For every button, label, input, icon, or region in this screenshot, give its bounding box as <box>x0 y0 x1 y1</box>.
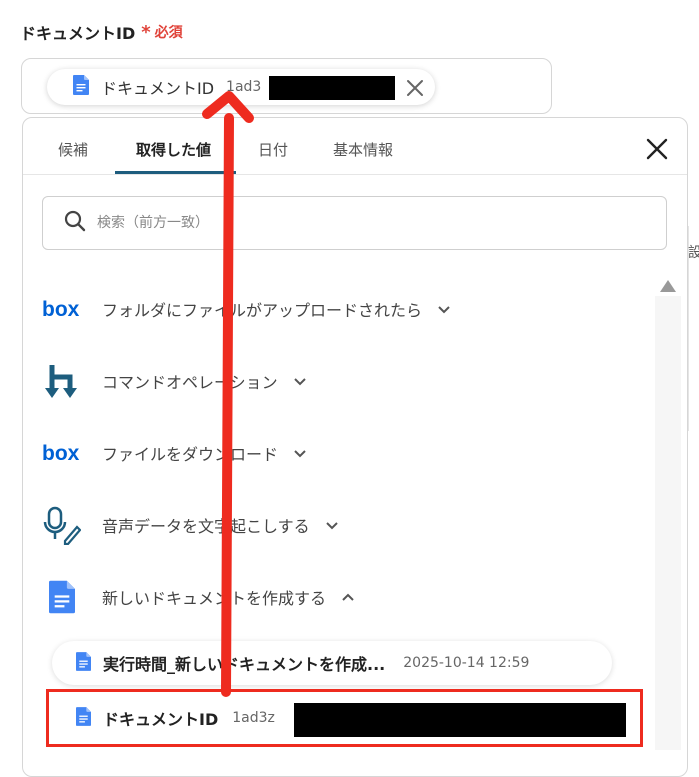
list-item-label: フォルダにファイルがアップロードされたら <box>102 301 423 320</box>
command-operation-icon <box>40 359 84 403</box>
field-label: ドキュメントID * 必須 <box>20 20 183 44</box>
list-item[interactable]: box ファイルをダウンロード <box>40 429 308 477</box>
search-icon <box>63 209 87 237</box>
box-logo-icon: box <box>40 287 84 331</box>
tab-candidates[interactable]: 候補 <box>58 139 88 160</box>
close-icon[interactable] <box>644 136 670 162</box>
tabs-divider <box>23 174 687 175</box>
chevron-down-icon[interactable] <box>292 445 308 461</box>
svg-text:box: box <box>42 442 80 464</box>
chevron-down-icon[interactable] <box>436 301 452 317</box>
required-mark: * <box>141 21 151 43</box>
tab-basic-info[interactable]: 基本情報 <box>333 139 393 160</box>
list-item-label: ファイルをダウンロード <box>102 445 279 464</box>
list-item[interactable]: box フォルダにファイルがアップロードされたら <box>40 285 452 333</box>
highlight-annotation <box>46 689 643 747</box>
scroll-up-icon[interactable] <box>659 278 677 294</box>
list-item[interactable]: コマンドオペレーション <box>40 357 308 405</box>
box-logo-icon: box <box>40 431 84 475</box>
chevron-down-icon[interactable] <box>324 517 340 533</box>
google-docs-icon <box>76 651 91 675</box>
panel-tabs: 候補 取得した値 日付 基本情報 <box>22 117 688 175</box>
redacted-block <box>269 76 395 100</box>
search-input[interactable] <box>95 214 619 232</box>
chevron-down-icon[interactable] <box>292 373 308 389</box>
sub-item-value: 2025-10-14 12:59 <box>403 655 530 671</box>
close-icon[interactable] <box>404 77 426 99</box>
list-item-label: コマンドオペレーション <box>102 373 278 392</box>
list-item-label: 新しいドキュメントを作成する <box>102 589 327 608</box>
sub-item-execution-time[interactable]: 実行時間_新しいドキュメントを作成... 2025-10-14 12:59 <box>52 641 612 685</box>
list-item[interactable]: 新しいドキュメントを作成する <box>40 573 356 621</box>
search-box <box>42 196 667 250</box>
tab-obtained-values[interactable]: 取得した値 <box>136 139 211 160</box>
required-text: 必須 <box>154 25 183 41</box>
tab-date[interactable]: 日付 <box>258 139 288 160</box>
chip-value: 1ad3 <box>226 79 262 95</box>
sub-item-label: 実行時間_新しいドキュメントを作成... <box>103 655 386 674</box>
chevron-up-icon[interactable] <box>340 589 356 605</box>
svg-text:box: box <box>42 298 80 320</box>
field-label-text: ドキュメントID <box>20 24 136 43</box>
google-docs-icon <box>73 75 89 99</box>
list-item[interactable]: 音声データを文字起こしする <box>40 501 340 549</box>
list-item-label: 音声データを文字起こしする <box>102 517 310 536</box>
google-docs-icon <box>40 575 84 619</box>
scrollbar-track[interactable] <box>655 296 681 750</box>
voice-to-text-icon <box>40 503 84 547</box>
background-edge-text: 設 <box>688 245 699 261</box>
chip-label: ドキュメントID <box>101 79 215 98</box>
